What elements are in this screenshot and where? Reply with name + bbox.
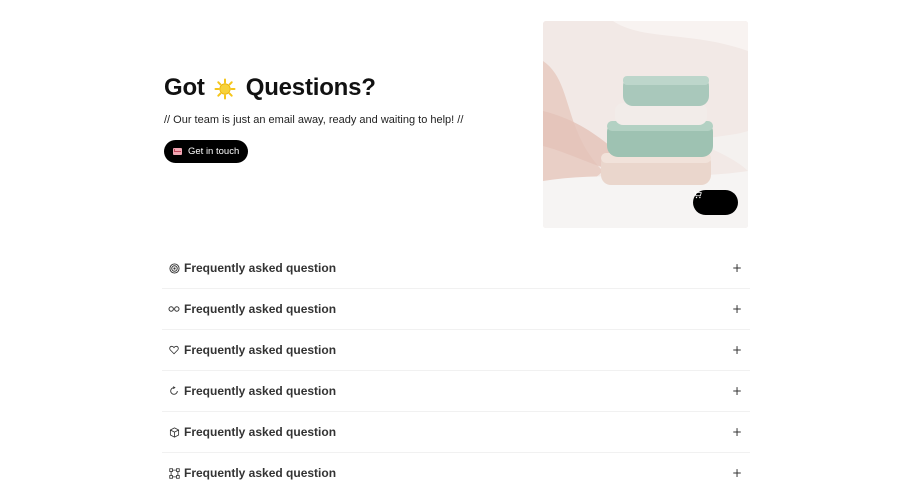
expand-plus-icon[interactable]: + [732, 302, 742, 316]
expand-plus-icon[interactable]: + [732, 343, 742, 357]
faq-item-1[interactable]: Frequently asked question + [162, 248, 750, 289]
nodes-icon [168, 467, 180, 479]
add-to-cart-button[interactable] [693, 190, 738, 215]
sun-icon [214, 77, 236, 100]
title-text-got: Got [164, 74, 205, 101]
love-letter-icon [173, 148, 182, 155]
expand-plus-icon[interactable]: + [732, 261, 742, 275]
faq-item-5[interactable]: Frequently asked question + [162, 412, 750, 453]
expand-plus-icon[interactable]: + [732, 425, 742, 439]
target-icon [168, 262, 180, 274]
expand-plus-icon[interactable]: + [732, 384, 742, 398]
hero-subtitle: // Our team is just an email away, ready… [164, 114, 464, 126]
infinity-icon [168, 303, 180, 315]
faq-question-label: Frequently asked question [184, 261, 337, 275]
faq-page: Got Questions? // Our team is just an em… [0, 0, 903, 481]
page-title: Got Questions? [164, 72, 524, 104]
faq-item-3[interactable]: Frequently asked question + [162, 330, 750, 371]
faq-item-2[interactable]: Frequently asked question + [162, 289, 750, 330]
faq-item-6[interactable]: Frequently asked question + [162, 453, 750, 481]
refresh-icon [168, 385, 180, 397]
title-text-questions: Questions? [245, 74, 376, 101]
faq-item-4[interactable]: Frequently asked question + [162, 371, 750, 412]
hero-section: Got Questions? // Our team is just an em… [164, 72, 524, 163]
product-photo [543, 21, 748, 228]
expand-plus-icon[interactable]: + [732, 466, 742, 480]
faq-question-label: Frequently asked question [184, 343, 337, 357]
get-in-touch-button[interactable]: Get in touch [164, 140, 249, 163]
heart-icon [168, 344, 180, 356]
cube-icon [168, 426, 180, 438]
faq-question-label: Frequently asked question [184, 425, 337, 439]
get-in-touch-label: Get in touch [188, 146, 240, 157]
faq-question-label: Frequently asked question [184, 466, 337, 480]
faq-question-label: Frequently asked question [184, 302, 337, 316]
faq-question-label: Frequently asked question [184, 384, 337, 398]
faq-list: Frequently asked question + Frequently a… [162, 248, 750, 481]
